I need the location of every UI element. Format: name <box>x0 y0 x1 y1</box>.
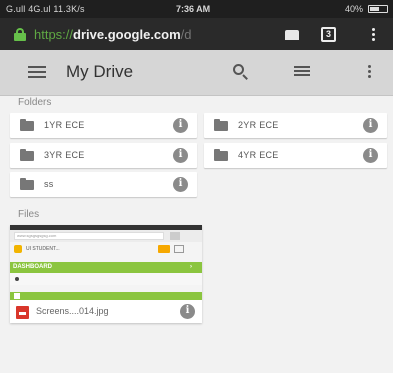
lock-icon <box>14 28 26 41</box>
info-icon[interactable] <box>363 148 378 163</box>
more-options-icon[interactable] <box>368 65 372 81</box>
browser-url-bar[interactable]: https://drive.google.com/d 3 <box>0 18 393 50</box>
thumbnail-url-bar: www.sgsgsgsgsg.com <box>10 230 202 242</box>
folder-name: 2YR ECE <box>238 120 279 130</box>
folder-icon <box>214 149 228 161</box>
browser-menu-icon[interactable] <box>372 28 376 42</box>
reader-mode-icon[interactable] <box>285 30 299 40</box>
thumbnail-bullet-icon <box>15 277 19 281</box>
image-file-icon <box>16 306 29 319</box>
folder-item[interactable]: 2YR ECE <box>204 113 387 138</box>
file-name: Screens....014.jpg <box>36 306 109 316</box>
thumbnail-site-name: UI STUDENT... <box>26 246 60 252</box>
folder-icon <box>20 178 34 190</box>
folder-name: 3YR ECE <box>44 150 85 160</box>
thumbnail-logout-icon <box>174 245 184 253</box>
file-thumbnail: www.sgsgsgsgsg.com UI STUDENT... DASHBOA… <box>10 225 202 300</box>
drive-app-bar: My Drive <box>0 50 393 96</box>
folder-item[interactable]: 4YR ECE <box>204 143 387 168</box>
thumbnail-dashboard-label: DASHBOARD <box>13 264 52 270</box>
thumbnail-dashboard-bar: DASHBOARD › <box>10 262 202 273</box>
clock: 7:36 AM <box>176 4 211 14</box>
status-bar: G.ull 4G.ul 11.3K/s 7:36 AM 40% <box>0 0 393 18</box>
url-path: /d <box>180 27 192 42</box>
battery-percent: 40% <box>344 4 363 14</box>
battery-icon <box>368 5 388 13</box>
folder-name: ss <box>44 179 54 189</box>
info-icon[interactable] <box>173 177 188 192</box>
tabs-button[interactable]: 3 <box>321 27 336 42</box>
hamburger-menu-icon[interactable] <box>28 66 46 79</box>
list-view-icon[interactable] <box>294 66 310 78</box>
info-icon[interactable] <box>363 118 378 133</box>
thumbnail-logo <box>14 245 22 253</box>
folder-item[interactable]: 3YR ECE <box>10 143 197 168</box>
file-footer: Screens....014.jpg <box>10 300 202 323</box>
folder-item[interactable]: 1YR ECE <box>10 113 197 138</box>
folder-name: 1YR ECE <box>44 120 85 130</box>
page-title: My Drive <box>66 62 134 81</box>
thumbnail-badge <box>158 245 170 253</box>
thumbnail-caret: › <box>190 264 192 270</box>
folder-icon <box>20 119 34 131</box>
url-scheme: https:// <box>34 27 74 42</box>
folder-icon <box>20 149 34 161</box>
files-section-label: Files <box>18 209 40 220</box>
info-icon[interactable] <box>173 118 188 133</box>
info-icon[interactable] <box>173 148 188 163</box>
folder-item[interactable]: ss <box>10 172 197 197</box>
folder-icon <box>214 119 228 131</box>
thumbnail-square-icon <box>14 293 20 299</box>
file-item[interactable]: www.sgsgsgsgsg.com UI STUDENT... DASHBOA… <box>10 225 202 323</box>
info-icon[interactable] <box>180 304 195 319</box>
url-text[interactable]: https://drive.google.com/d <box>34 27 192 42</box>
thumbnail-tab-icon <box>170 232 180 240</box>
thumbnail-row <box>10 273 202 285</box>
url-host: drive.google.com <box>73 27 181 42</box>
thumbnail-green-row <box>10 292 202 300</box>
signal-indicators: G.ull 4G.ul 11.3K/s <box>6 4 85 14</box>
thumbnail-url-text: www.sgsgsgsgsg.com <box>14 232 164 240</box>
search-icon[interactable] <box>233 64 249 80</box>
folder-name: 4YR ECE <box>238 150 279 160</box>
folders-section-label: Folders <box>18 97 52 108</box>
